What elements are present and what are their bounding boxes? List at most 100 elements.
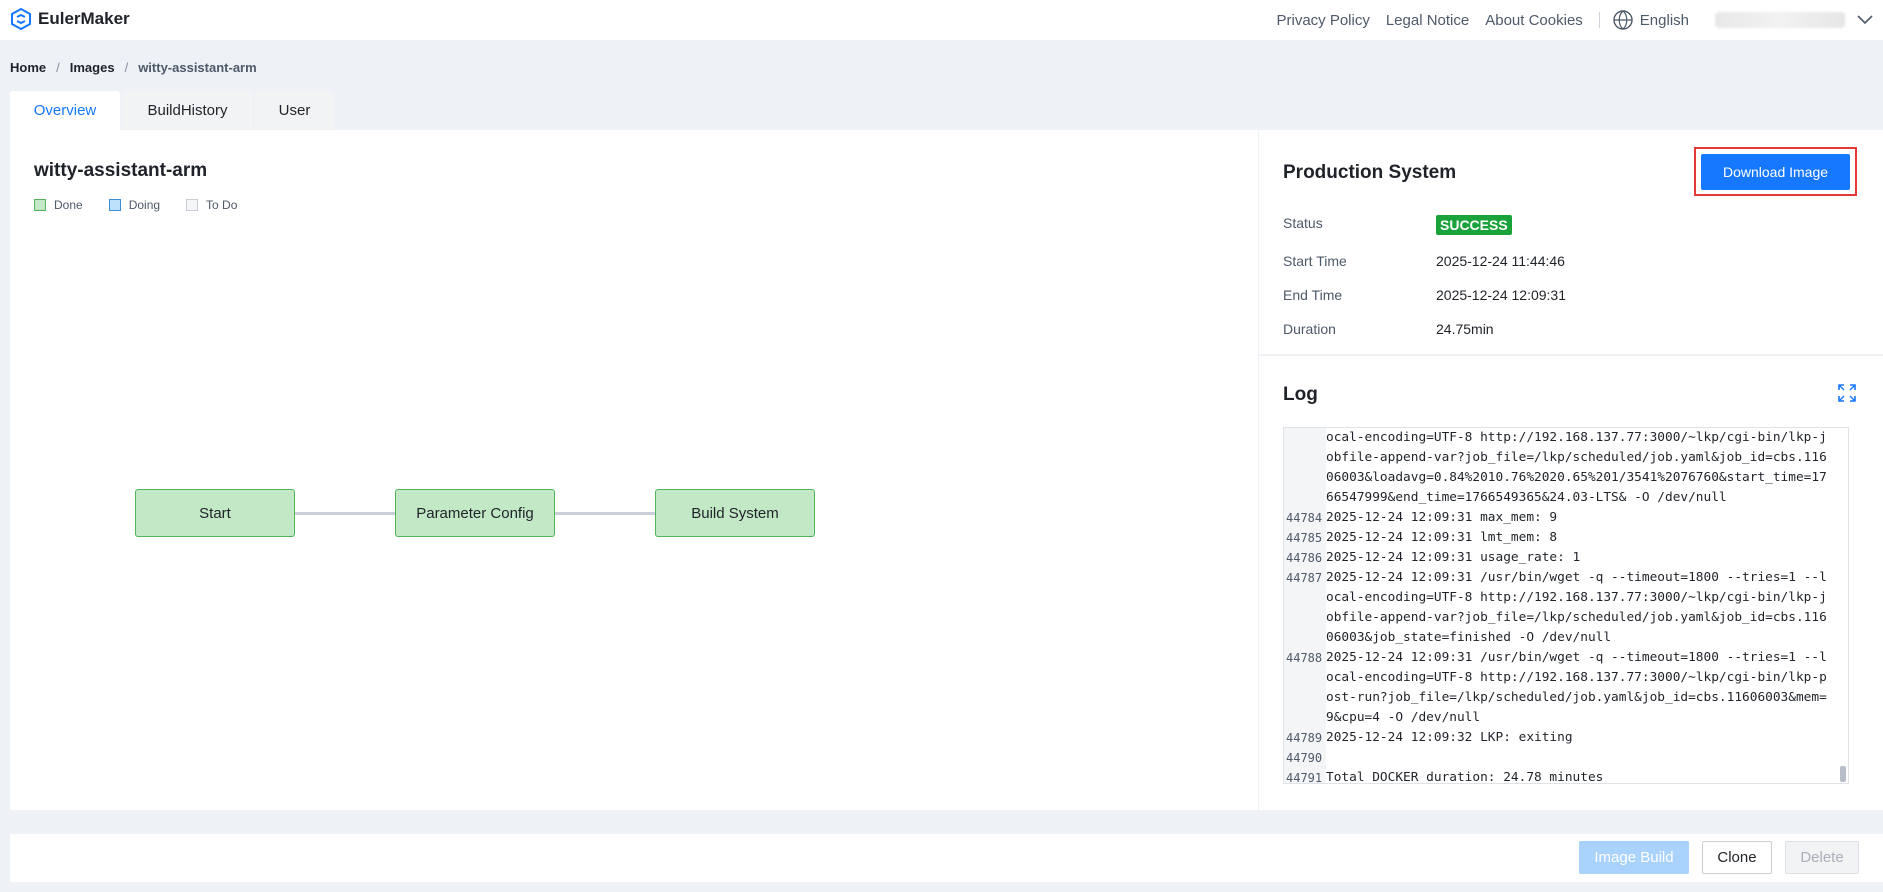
log-line-text: ocal-encoding=UTF-8 http://192.168.137.7…: [1326, 670, 1827, 685]
eulermaker-logo-icon: [11, 8, 31, 30]
log-line: ost-run?job_file=/lkp/scheduled/job.yaml…: [1284, 688, 1838, 708]
log-line-number: [1284, 488, 1326, 508]
pipeline-title: witty-assistant-arm: [34, 160, 208, 181]
end-time-label: End Time: [1283, 287, 1343, 303]
legend-todo-swatch: [186, 199, 199, 211]
duration-row: Duration 24.75min: [1283, 321, 1494, 337]
log-line: 44785 2025-12-24 12:09:31 lmt_mem: 8: [1284, 528, 1838, 548]
start-time-label: Start Time: [1283, 253, 1347, 269]
log-title: Log: [1283, 384, 1318, 405]
legend-doing-swatch: [108, 199, 121, 211]
about-cookies-link[interactable]: About Cookies: [1485, 12, 1583, 29]
log-line-text: obfile-append-var?job_file=/lkp/schedule…: [1326, 450, 1827, 465]
log-line-text: ocal-encoding=UTF-8 http://192.168.137.7…: [1326, 590, 1827, 605]
brand-name: EulerMaker: [38, 9, 130, 28]
brand[interactable]: EulerMaker: [10, 8, 130, 30]
log-viewer[interactable]: ocal-encoding=UTF-8 http://192.168.137.7…: [1283, 427, 1849, 784]
log-line: obfile-append-var?job_file=/lkp/schedule…: [1284, 608, 1838, 628]
breadcrumb: Home / Images / witty-assistant-arm: [10, 60, 257, 75]
status-badge: SUCCESS: [1436, 215, 1512, 235]
top-bar: EulerMaker Privacy Policy Legal Notice A…: [0, 0, 1883, 40]
log-line-number: [1284, 668, 1326, 688]
legend-done-label: Done: [54, 198, 83, 212]
log-line: ocal-encoding=UTF-8 http://192.168.137.7…: [1284, 588, 1838, 608]
pipeline-connector: [555, 512, 655, 515]
log-line: 66547999&end_time=1766549365&24.03-LTS& …: [1284, 488, 1838, 508]
log-line-text: 66547999&end_time=1766549365&24.03-LTS& …: [1326, 490, 1727, 505]
legend-todo: To Do: [186, 198, 237, 212]
log-line-text: 2025-12-24 12:09:32 LKP: exiting: [1326, 730, 1573, 745]
language-switcher[interactable]: English: [1612, 9, 1689, 31]
user-name-redacted[interactable]: [1715, 12, 1845, 28]
breadcrumb-home[interactable]: Home: [10, 60, 46, 75]
log-line-number: 44790: [1286, 751, 1323, 765]
chevron-down-icon[interactable]: [1857, 15, 1873, 25]
log-lines: ocal-encoding=UTF-8 http://192.168.137.7…: [1284, 428, 1838, 784]
log-line-text: 2025-12-24 12:09:31 lmt_mem: 8: [1326, 530, 1558, 545]
log-line-text: obfile-append-var?job_file=/lkp/schedule…: [1326, 610, 1827, 625]
log-line: 44784 2025-12-24 12:09:31 max_mem: 9: [1284, 508, 1838, 528]
delete-button[interactable]: Delete: [1785, 841, 1859, 874]
log-line: 44787 2025-12-24 12:09:31 /usr/bin/wget -…: [1284, 568, 1838, 588]
tab-bar: Overview BuildHistory User: [10, 91, 334, 130]
log-line: 44788 2025-12-24 12:09:31 /usr/bin/wget -…: [1284, 648, 1838, 668]
image-build-button[interactable]: Image Build: [1579, 841, 1689, 874]
log-panel: Log ocal-encoding=UTF-8 http://192.168.1…: [1259, 356, 1883, 810]
end-time-value: 2025-12-24 12:09:31: [1436, 287, 1566, 303]
action-bar: Image Build Clone Delete: [10, 834, 1883, 882]
log-line-text: 06003&job_state=finished -O /dev/null: [1326, 630, 1612, 645]
download-image-button[interactable]: Download Image: [1701, 153, 1850, 190]
log-line-text: 9&cpu=4 -O /dev/null: [1326, 710, 1481, 725]
log-line-number: 44788: [1286, 651, 1323, 665]
log-line-number: [1284, 688, 1326, 708]
log-line-number: [1284, 708, 1326, 728]
log-line-number: 44785: [1286, 531, 1323, 545]
log-line-text: ocal-encoding=UTF-8 http://192.168.137.7…: [1326, 430, 1827, 445]
fullscreen-expand-icon[interactable]: [1838, 384, 1856, 402]
log-scrollbar-thumb[interactable]: [1840, 766, 1846, 782]
tab-buildhistory[interactable]: BuildHistory: [123, 91, 252, 130]
privacy-policy-link[interactable]: Privacy Policy: [1276, 12, 1369, 29]
start-time-value: 2025-12-24 11:44:46: [1436, 253, 1565, 269]
clone-button[interactable]: Clone: [1702, 841, 1772, 874]
legal-notice-link[interactable]: Legal Notice: [1386, 12, 1469, 29]
pipeline-node-build-system[interactable]: Build System: [655, 489, 815, 537]
start-time-row: Start Time 2025-12-24 11:44:46: [1283, 253, 1565, 269]
log-line-number: [1284, 588, 1326, 608]
tab-user[interactable]: User: [255, 91, 334, 130]
production-system-title: Production System: [1283, 162, 1457, 183]
breadcrumb-images[interactable]: Images: [70, 60, 115, 75]
legend-doing-label: Doing: [128, 198, 161, 212]
breadcrumb-current: witty-assistant-arm: [138, 60, 257, 75]
tab-overview[interactable]: Overview: [10, 91, 120, 130]
log-line-text: Total DOCKER duration: 24.78 minutes: [1326, 770, 1604, 784]
duration-value: 24.75min: [1436, 321, 1494, 337]
pipeline-node-start[interactable]: Start: [135, 489, 295, 537]
log-line-number: [1284, 448, 1326, 468]
log-line: 06003&job_state=finished -O /dev/null: [1284, 628, 1838, 648]
log-line: obfile-append-var?job_file=/lkp/schedule…: [1284, 448, 1838, 468]
log-line: 06003&loadavg=0.84%2010.76%2020.65%201/3…: [1284, 468, 1838, 488]
duration-label: Duration: [1283, 321, 1336, 337]
log-line-number: 44786: [1286, 551, 1323, 565]
log-line-text: 2025-12-24 12:09:31 usage_rate: 1: [1326, 550, 1581, 565]
production-system-panel: Production System Download Image Status …: [1259, 130, 1883, 354]
log-line-number: [1284, 628, 1326, 648]
pipeline-node-parameter-config[interactable]: Parameter Config: [395, 489, 555, 537]
pipeline-legend: Done Doing To Do: [34, 198, 237, 212]
log-line-number: 44789: [1286, 731, 1323, 745]
log-line: 44789 2025-12-24 12:09:32 LKP: exiting: [1284, 728, 1838, 748]
legend-todo-label: To Do: [206, 198, 238, 212]
top-nav: Privacy Policy Legal Notice About Cookie…: [1276, 0, 1883, 40]
download-highlight: Download Image: [1694, 147, 1857, 196]
log-line: 44786 2025-12-24 12:09:31 usage_rate: 1: [1284, 548, 1838, 568]
status-row: Status SUCCESS: [1283, 215, 1512, 235]
log-line-number: 44787: [1286, 571, 1323, 585]
log-line-number: [1284, 608, 1326, 628]
log-line-text: ost-run?job_file=/lkp/scheduled/job.yaml…: [1326, 690, 1827, 705]
status-label: Status: [1283, 215, 1323, 231]
log-line-number: 44784: [1286, 511, 1323, 525]
language-label: English: [1639, 11, 1689, 29]
log-line-number: 44791: [1286, 771, 1323, 784]
breadcrumb-separator: /: [56, 60, 60, 75]
